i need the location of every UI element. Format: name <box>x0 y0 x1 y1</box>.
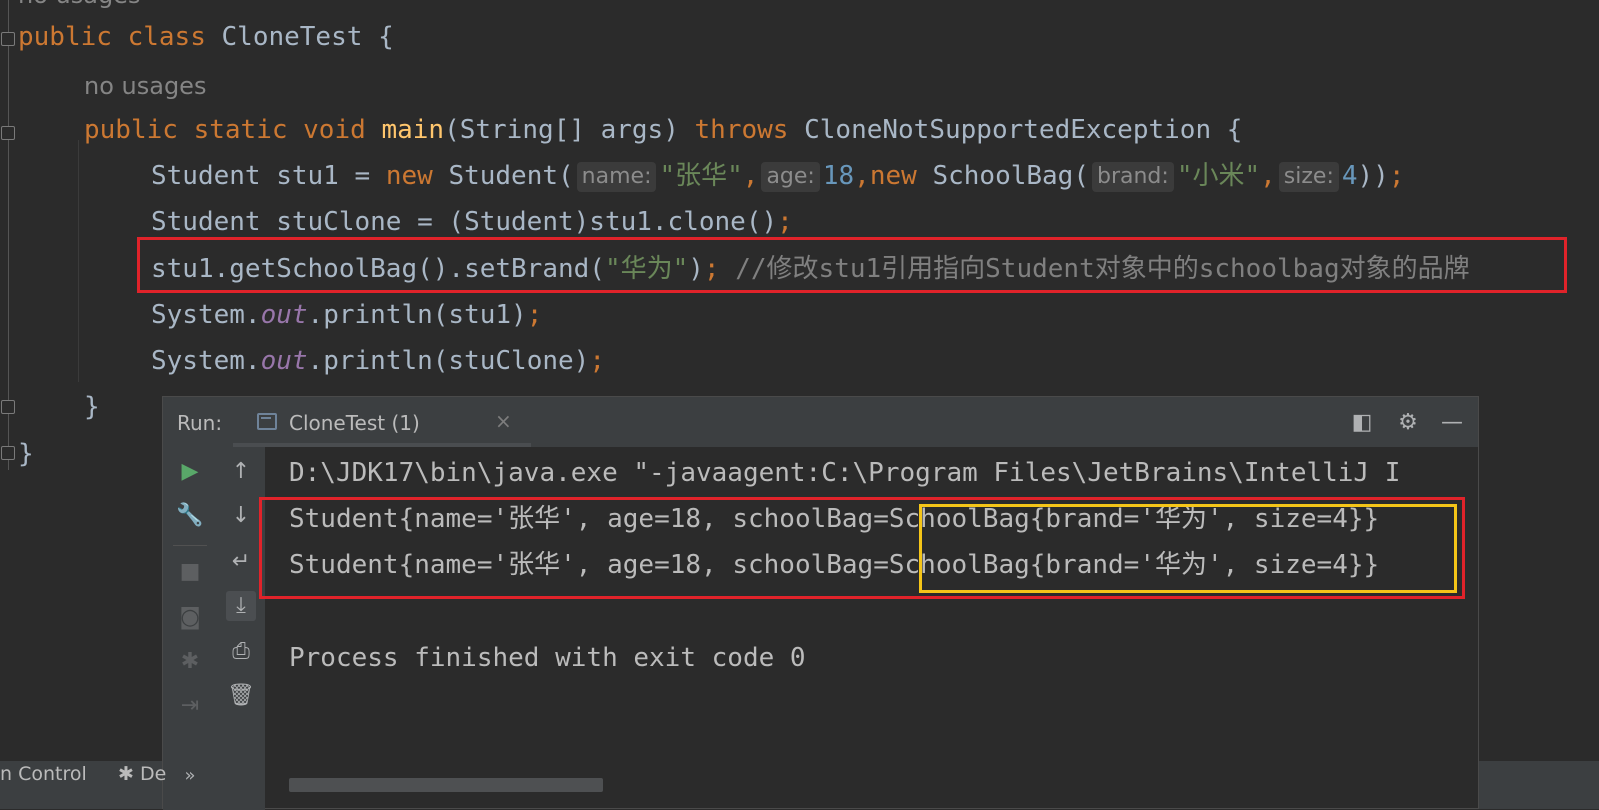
code-line-new-student: Student stu1 = new Student(name: "张华", age… <box>151 161 1405 192</box>
indent-guide <box>78 140 79 382</box>
gear-icon[interactable]: ⚙ <box>1395 410 1421 436</box>
param-hint-size: size: <box>1278 162 1339 192</box>
fold-icon[interactable] <box>1 126 15 140</box>
code-line-class: public class CloneTest { <box>18 22 394 52</box>
tab-clone-test[interactable]: CloneTest (1) × <box>233 397 531 447</box>
console-icon <box>257 413 277 430</box>
arrow-down-icon[interactable]: ↓ <box>226 501 256 531</box>
run-tool-window: Run: CloneTest (1) × ◧ ⚙ — ▶ 🔧 ■ ◙ ✱ ⇥ »… <box>162 396 1479 810</box>
arrow-up-icon[interactable]: ↑ <box>226 457 256 487</box>
console-line-exit: Process finished with exit code 0 <box>289 643 806 673</box>
scroll-to-end-icon[interactable]: ⤓ <box>226 591 256 621</box>
usage-hint: no usages <box>84 72 207 100</box>
toolbar-separator <box>173 545 207 546</box>
exit-icon[interactable]: ⇥ <box>175 691 205 721</box>
code-line-close-method: } <box>84 392 100 422</box>
code-line-main: public static void main(String[] args) t… <box>84 115 1243 145</box>
param-hint-name: name: <box>576 162 657 192</box>
bug-icon[interactable]: ✱ <box>175 647 205 677</box>
bug-icon: ✱ <box>118 763 134 785</box>
wrench-icon[interactable]: 🔧 <box>175 501 205 531</box>
bottom-tool-bar-right <box>1479 761 1599 809</box>
camera-icon[interactable]: ◙ <box>175 603 205 633</box>
version-control-tab[interactable]: n Control <box>0 763 87 785</box>
usage-hint: no usages <box>18 0 140 12</box>
code-line-clone: Student stuClone = (Student)stu1.clone()… <box>151 207 793 237</box>
console-toolbar: ↑ ↓ ↵ ⤓ ⎙ 🗑 <box>217 447 265 810</box>
trash-icon[interactable]: 🗑 <box>226 681 256 711</box>
horizontal-scrollbar[interactable] <box>289 778 603 792</box>
console-line-output-1: Student{name='张华', age=18, schoolBag=Sch… <box>289 504 1380 534</box>
console-line-output-2: Student{name='张华', age=18, schoolBag=Sch… <box>289 550 1380 580</box>
tab-underline <box>233 443 531 447</box>
fold-icon[interactable] <box>1 32 15 46</box>
run-toolbar: ▶ 🔧 ■ ◙ ✱ ⇥ » <box>163 447 218 810</box>
console-line-command: D:\JDK17\bin\java.exe "-javaagent:C:\Pro… <box>289 458 1401 488</box>
soft-wrap-icon[interactable]: ↵ <box>226 547 256 577</box>
debug-tab[interactable]: ✱ De <box>118 763 166 785</box>
fold-icon[interactable] <box>1 400 15 414</box>
close-icon[interactable]: × <box>495 409 512 433</box>
code-line-close-class: } <box>18 439 34 469</box>
fold-icon[interactable] <box>1 446 15 460</box>
param-hint-brand: brand: <box>1092 162 1174 192</box>
debug-label: De <box>139 763 167 785</box>
code-line-set-brand: stu1.getSchoolBag().setBrand("华为"); //修改… <box>151 254 1470 284</box>
stop-icon[interactable]: ■ <box>175 557 205 587</box>
code-line-print-clone: System.out.println(stuClone); <box>151 346 605 376</box>
minimize-icon[interactable]: — <box>1439 410 1465 436</box>
layout-icon[interactable]: ◧ <box>1349 410 1375 436</box>
param-hint-age: age: <box>761 162 820 192</box>
run-label: Run: <box>177 411 223 435</box>
rerun-icon[interactable]: ▶ <box>175 457 205 487</box>
run-header: Run: CloneTest (1) × ◧ ⚙ — <box>163 397 1478 447</box>
tab-title: CloneTest (1) <box>289 411 420 435</box>
print-icon[interactable]: ⎙ <box>226 637 256 667</box>
code-line-print-stu1: System.out.println(stu1); <box>151 300 543 330</box>
more-icon[interactable]: » <box>175 761 205 791</box>
